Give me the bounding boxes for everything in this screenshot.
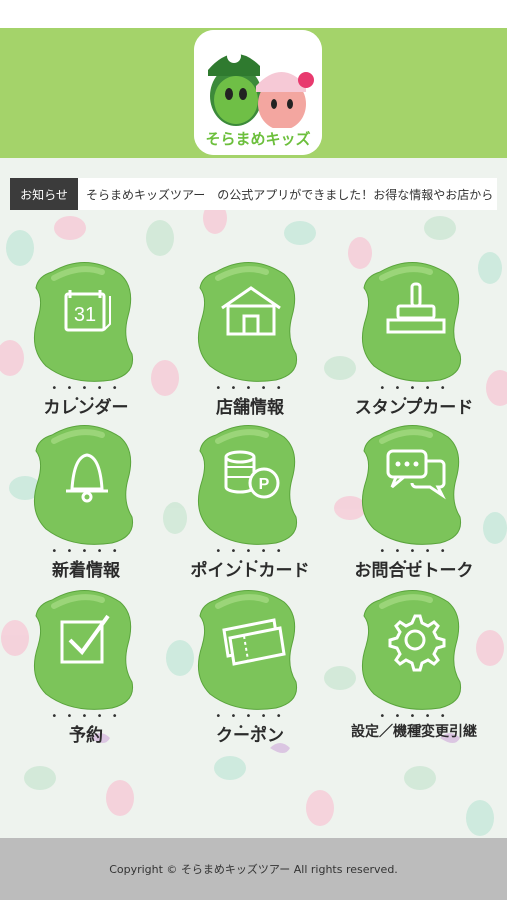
menu-label: 新着情報 [52, 561, 120, 581]
menu-item-house[interactable]: • • • • • • • 店舗情報 [168, 258, 332, 418]
menu-item-gear[interactable]: • • • • • • • 設定／機種変更引継 [332, 586, 496, 746]
svg-text:P: P [259, 476, 270, 493]
menu-label: カレンダー [43, 398, 129, 418]
menu-label: 店舗情報 [216, 398, 284, 418]
menu-item-chat-bubbles[interactable]: • • • • • • • お問合せトーク [332, 421, 496, 581]
menu-label: ポイントカード [190, 561, 310, 581]
menu-item-checkbox[interactable]: • • • • • • • 予約 [4, 586, 168, 746]
svg-text:31: 31 [74, 304, 96, 326]
footer: Copyright © そらまめキッズツアー All rights reserv… [0, 838, 507, 900]
menu-label: 予約 [69, 726, 103, 746]
news-label: お知らせ [10, 178, 78, 210]
menu-item-bell[interactable]: • • • • • • • 新着情報 [4, 421, 168, 581]
menu-label: スタンプカード [354, 398, 474, 418]
status-bar [0, 0, 507, 28]
menu-label: お問合せトーク [354, 561, 474, 581]
menu-item-stamp[interactable]: • • • • • • • スタンプカード [332, 258, 496, 418]
copyright-text: Copyright © そらまめキッズツアー All rights reserv… [109, 863, 398, 876]
logo-text: そらまめキッズ [205, 130, 311, 148]
menu-label: 設定／機種変更引継 [351, 724, 477, 740]
menu-item-calendar[interactable]: 31 • • • • • • • カレンダー [4, 258, 168, 418]
menu-label: クーポン [216, 726, 284, 746]
app-logo: そらまめキッズ [194, 30, 322, 155]
menu-item-coins[interactable]: P • • • • • • • ポイントカード [168, 421, 332, 581]
menu-item-coupon[interactable]: • • • • • • • クーポン [168, 586, 332, 746]
news-ticker[interactable]: お知らせ そらまめキッズツアー の公式アプリができました！お得な情報やお店から [10, 178, 497, 210]
news-text: そらまめキッズツアー の公式アプリができました！お得な情報やお店から [86, 187, 494, 202]
